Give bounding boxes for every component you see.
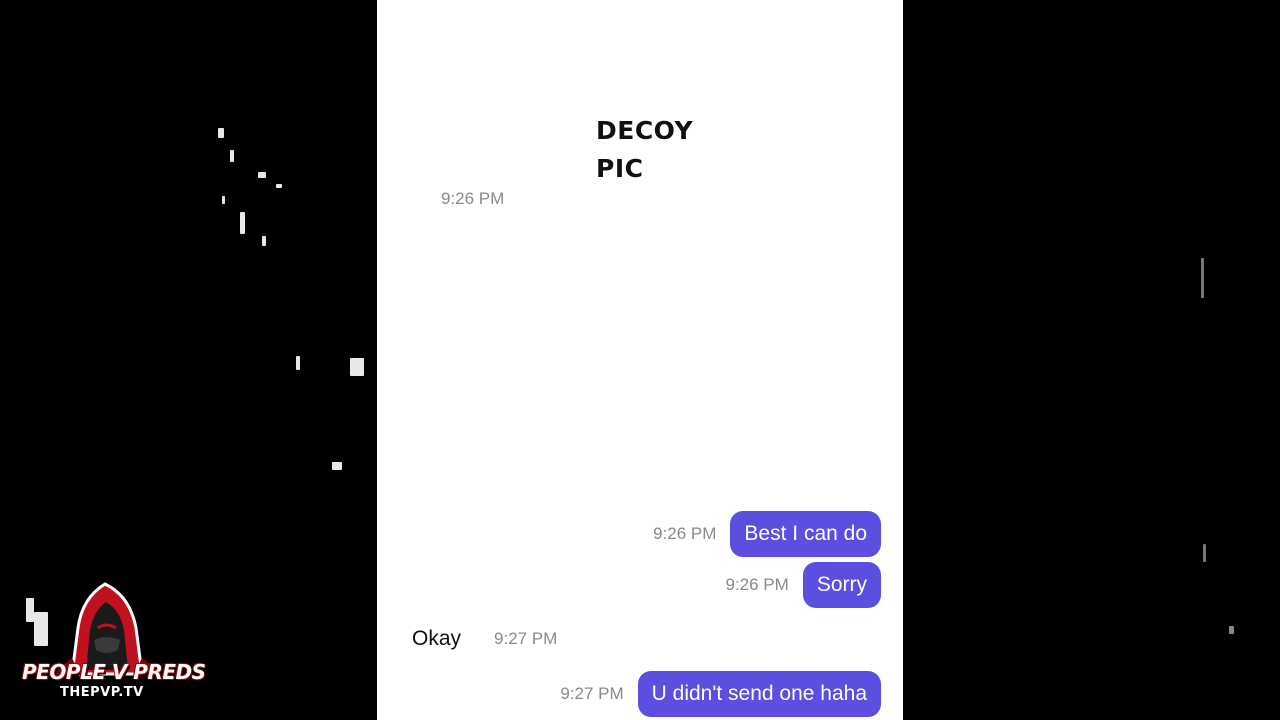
background-speck <box>240 212 245 234</box>
image-timestamp: 9:26 PM <box>441 189 505 208</box>
watermark-subtitle: THEPVP.TV <box>60 685 144 700</box>
outgoing-message-bubble[interactable]: Sorry <box>802 562 881 608</box>
outgoing-message-bubble[interactable]: Best I can do <box>730 511 881 557</box>
message-row-outgoing: 9:26 PM Best I can do <box>653 511 881 557</box>
image-placeholder-line1: DECOY <box>596 116 694 145</box>
message-row-outgoing: 9:27 PM U didn't send one haha <box>560 671 881 717</box>
background-speck <box>1229 626 1234 634</box>
background-speck <box>296 356 300 370</box>
outgoing-message-bubble[interactable]: U didn't send one haha <box>637 671 881 717</box>
background-speck <box>262 236 266 246</box>
background-speck <box>258 172 266 178</box>
video-frame: DECOY PIC 9:26 PM 9:26 PM Best I can do … <box>0 0 1280 720</box>
background-speck <box>1201 258 1204 298</box>
message-timestamp: 9:27 PM <box>494 629 558 648</box>
message-row-outgoing: 9:26 PM Sorry <box>725 562 881 608</box>
channel-watermark: PEOPLE V PREDS THEPVP.TV <box>20 578 206 706</box>
background-speck <box>218 128 224 138</box>
incoming-message[interactable]: Okay <box>412 627 461 651</box>
image-placeholder[interactable]: DECOY PIC <box>596 112 693 188</box>
background-speck <box>1203 544 1206 562</box>
background-speck <box>332 462 342 470</box>
image-placeholder-line2: PIC <box>596 154 644 183</box>
watermark-title: PEOPLE V PREDS <box>22 660 206 684</box>
background-speck <box>230 150 234 162</box>
background-speck <box>350 358 364 376</box>
background-speck <box>276 184 282 188</box>
message-timestamp: 9:26 PM <box>725 575 789 594</box>
chat-screen: DECOY PIC 9:26 PM 9:26 PM Best I can do … <box>377 0 903 720</box>
message-timestamp: 9:27 PM <box>560 684 624 703</box>
message-row-incoming: Okay 9:27 PM <box>412 627 557 651</box>
background-speck <box>222 196 225 204</box>
right-background <box>903 0 1280 720</box>
message-timestamp: 9:26 PM <box>653 524 717 543</box>
